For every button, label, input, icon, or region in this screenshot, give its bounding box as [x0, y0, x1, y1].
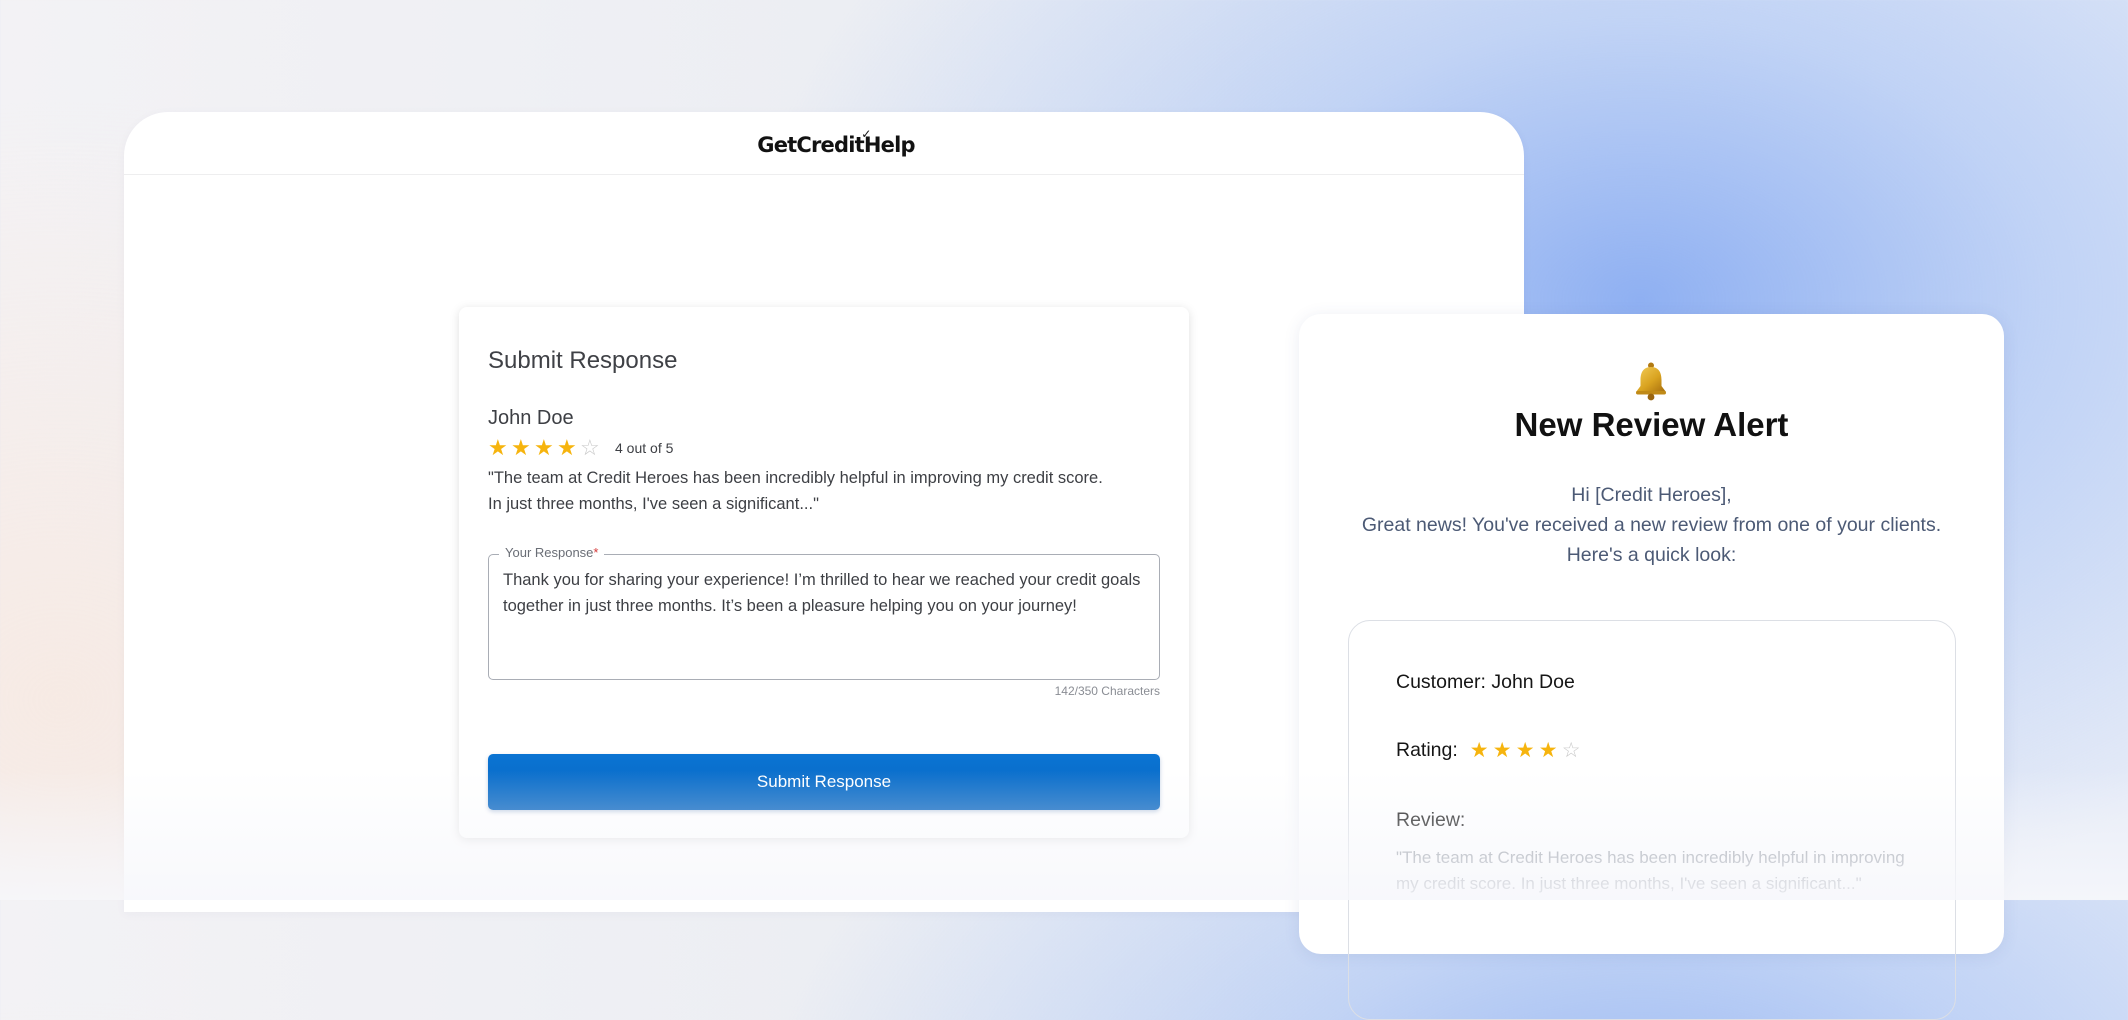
logo-text: GetCreditHelp	[757, 133, 915, 157]
star-filled-icon: ★	[534, 435, 554, 460]
new-review-alert-email: New Review Alert Hi [Credit Heroes], Gre…	[1299, 314, 2004, 1020]
response-field-label-text: Your Response	[505, 545, 594, 560]
logo-check-icon: ✓	[861, 127, 871, 141]
summary-rating-label: Rating:	[1396, 739, 1458, 761]
star-filled-icon: ★	[1515, 739, 1535, 762]
submit-response-button[interactable]: Submit Response	[488, 754, 1160, 810]
response-field-value[interactable]: Thank you for sharing your experience! I…	[503, 567, 1143, 619]
summary-customer: Customer: John Doe	[1396, 671, 1575, 693]
bell-icon	[1636, 362, 1666, 401]
star-filled-icon: ★	[488, 435, 508, 460]
response-field-label: Your Response*	[499, 545, 605, 560]
star-empty-icon: ☆	[580, 435, 600, 460]
required-asterisk: *	[593, 545, 599, 560]
alert-intro-line: Great news! You've received a new review…	[1361, 514, 1942, 536]
star-empty-icon: ☆	[1561, 739, 1581, 762]
review-excerpt-line: In just three months, I've seen a signif…	[488, 495, 819, 513]
get-credit-help-logo[interactable]: GetCreditHelp ✓	[757, 127, 915, 157]
card-title: Submit Response	[488, 347, 678, 374]
alert-intro-line: Here's a quick look:	[1566, 544, 1737, 566]
star-filled-icon: ★	[1469, 739, 1489, 762]
summary-review-label: Review:	[1396, 809, 1466, 831]
review-excerpt-line: "The team at Credit Heroes has been incr…	[488, 469, 1103, 487]
review-rating: ★ ★ ★ ★ ☆ 4 out of 5	[488, 437, 673, 459]
summary-review-text: "The team at Credit Heroes has been incr…	[1396, 848, 1905, 893]
alert-intro: Hi [Credit Heroes], Great news! You've r…	[1299, 480, 2004, 570]
summary-rating-stars: ★ ★ ★ ★ ☆	[1470, 740, 1585, 761]
character-count: 142/350 Characters	[1054, 684, 1160, 698]
submit-response-card: Submit Response John Doe ★ ★ ★ ★ ☆ 4 out…	[459, 307, 1189, 838]
site-header: GetCreditHelp ✓	[124, 112, 1524, 175]
review-excerpt: "The team at Credit Heroes has been incr…	[488, 465, 1148, 517]
rating-text: 4 out of 5	[615, 440, 674, 456]
alert-greeting: Hi [Credit Heroes],	[1571, 484, 1732, 506]
your-response-textarea[interactable]: Your Response* Thank you for sharing you…	[488, 545, 1160, 680]
star-filled-icon: ★	[1492, 739, 1512, 762]
review-summary-box: Customer: John Doe Rating: ★ ★ ★ ★ ☆ Rev…	[1348, 620, 1956, 1020]
summary-rating: Rating: ★ ★ ★ ★ ☆	[1396, 739, 1585, 762]
star-filled-icon: ★	[557, 435, 577, 460]
star-filled-icon: ★	[1538, 739, 1558, 762]
reviewer-name: John Doe	[488, 407, 574, 429]
star-filled-icon: ★	[511, 435, 531, 460]
alert-title: New Review Alert	[1514, 406, 1789, 443]
